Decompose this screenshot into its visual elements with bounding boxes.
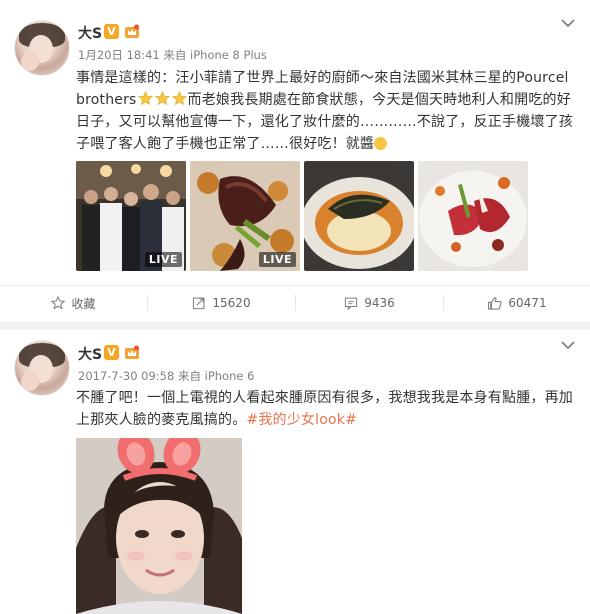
- post-meta: 1月20日 18:41 来自 iPhone 8 Plus: [78, 48, 267, 62]
- post-text: 不腫了吧！一個上電視的人看起來腫原因有很多，我想我我是本身有點腫，再加上那夾人臉…: [76, 387, 574, 431]
- lobster-dish-image[interactable]: [418, 161, 528, 271]
- action-bar: 收藏 15620 9436 60471: [0, 285, 590, 320]
- repost-count: 15620: [212, 296, 251, 310]
- repost-button[interactable]: 15620: [148, 286, 295, 320]
- author-name[interactable]: 大S: [78, 23, 102, 43]
- post-separator: [0, 322, 590, 330]
- star-emoji-icon: [137, 91, 153, 106]
- post-meta: 2017-7-30 09:58 来自 iPhone 6: [78, 369, 255, 383]
- live-badge: LIVE: [144, 252, 182, 267]
- like-count: 60471: [508, 296, 547, 310]
- group-photo-image[interactable]: LIVE: [76, 161, 186, 271]
- star-emoji-icon: [154, 91, 170, 106]
- soup-dish-image[interactable]: [304, 161, 414, 271]
- favorite-button[interactable]: 收藏: [0, 286, 147, 320]
- hashtag-link[interactable]: #我的少女look#: [246, 412, 357, 428]
- author-name[interactable]: 大S: [78, 344, 102, 364]
- chevron-down-icon[interactable]: [560, 340, 576, 350]
- selfie-bunny-ears-image[interactable]: [76, 438, 242, 614]
- author-avatar[interactable]: [14, 340, 70, 396]
- live-badge: LIVE: [258, 252, 296, 267]
- thumbs-up-icon: [488, 297, 502, 310]
- verified-badge-icon: V: [104, 345, 119, 360]
- weibo-post: 大S V 2017-7-30 09:58 来自 iPhone 6 不腫了吧！一個…: [0, 330, 590, 614]
- star-outline-icon: [51, 296, 66, 310]
- chevron-down-icon[interactable]: [560, 18, 576, 28]
- vip-crown-icon: [125, 345, 139, 359]
- star-emoji-icon: [171, 91, 187, 106]
- verified-badge-icon: V: [104, 24, 119, 39]
- comment-icon: [345, 297, 358, 310]
- weibo-post: 大S V 1月20日 18:41 来自 iPhone 8 Plus 事情是這樣的…: [0, 0, 590, 322]
- comment-button[interactable]: 9436: [296, 286, 443, 320]
- comment-count: 9436: [364, 296, 395, 310]
- like-button[interactable]: 60471: [444, 286, 590, 320]
- repost-icon: [193, 297, 205, 310]
- smiley-emoji-icon: [374, 137, 388, 150]
- favorite-label: 收藏: [71, 296, 96, 311]
- author-avatar[interactable]: [14, 20, 70, 76]
- post-text: 事情是這樣的：汪小菲請了世界上最好的廚師～來自法國米其林三星的Pourcel b…: [76, 67, 574, 155]
- steak-dish-image[interactable]: LIVE: [190, 161, 300, 271]
- vip-crown-icon: [125, 24, 139, 38]
